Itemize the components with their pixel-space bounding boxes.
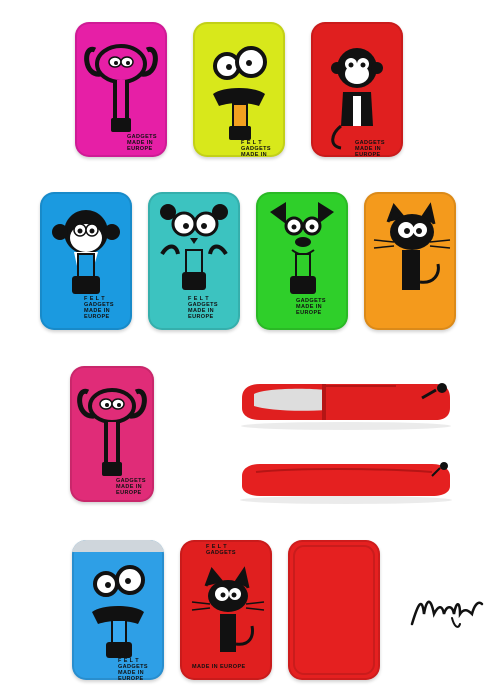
brand-print: GADGETS MADE IN EUROPE (127, 134, 167, 152)
red-cat-pouch: F E L T GADGETS MADE IN EUROPE (180, 540, 272, 680)
red-pouch-side-view-top (236, 376, 456, 430)
origin-text: MADE IN EUROPE (241, 152, 268, 157)
brand-print: GADGETS MADE IN EUROPE (116, 478, 154, 496)
origin-text: MADE IN EUROPE (127, 140, 154, 152)
pink-elephant-pouch: GADGETS MADE IN EUROPE (75, 22, 167, 157)
blue-monkey-pouch: F E L T GADGETS MADE IN EUROPE (40, 192, 132, 330)
origin-text: MADE IN EUROPE (116, 484, 143, 496)
brand-print-bottom: MADE IN EUROPE (192, 664, 246, 670)
monkey-face-icon (331, 48, 383, 150)
handwritten-signature (408, 584, 488, 634)
brand-print: GADGETS MADE IN EUROPE (355, 140, 403, 157)
origin-text: MADE IN EUROPE (84, 308, 111, 320)
product-collage: GADGETS MADE IN EUROPE F E L T GADGETS M… (0, 0, 500, 696)
cat-face-icon (373, 202, 451, 290)
pink-elephant-pouch-large: GADGETS MADE IN EUROPE (70, 366, 154, 502)
cat-face-icon (191, 566, 265, 652)
brand-text: GADGETS (206, 550, 236, 556)
brand-print: F E L T GADGETS (206, 544, 236, 556)
red-pouch-side-view-bottom (236, 458, 458, 504)
red-plain-back-pouch (288, 540, 380, 680)
origin-text: MADE IN EUROPE (118, 670, 145, 680)
origin-text: MADE IN EUROPE (192, 664, 246, 670)
origin-text: MADE IN EUROPE (296, 304, 323, 316)
brand-print: F E L T GADGETS MADE IN EUROPE (84, 296, 132, 320)
orange-cat-pouch (364, 192, 456, 330)
blue-frog-pouch: F E L T GADGETS MADE IN EUROPE (72, 540, 164, 680)
frog-face-icon (213, 46, 267, 140)
yellow-frog-pouch: F E L T GADGETS MADE IN EUROPE (193, 22, 285, 157)
green-dog-pouch: GADGETS MADE IN EUROPE (256, 192, 348, 330)
brand-print: GADGETS MADE IN EUROPE (296, 298, 348, 316)
brand-print: F E L T GADGETS MADE IN EUROPE (188, 296, 240, 320)
origin-text: MADE IN EUROPE (355, 146, 382, 157)
brand-print: F E L T GADGETS MADE IN EUROPE (118, 658, 164, 680)
teal-bear-pouch: F E L T GADGETS MADE IN EUROPE (148, 192, 240, 330)
brand-print: F E L T GADGETS MADE IN EUROPE (241, 140, 285, 157)
origin-text: MADE IN EUROPE (188, 308, 215, 320)
felt-texture (293, 545, 375, 675)
red-monkey-pouch: GADGETS MADE IN EUROPE (311, 22, 403, 157)
